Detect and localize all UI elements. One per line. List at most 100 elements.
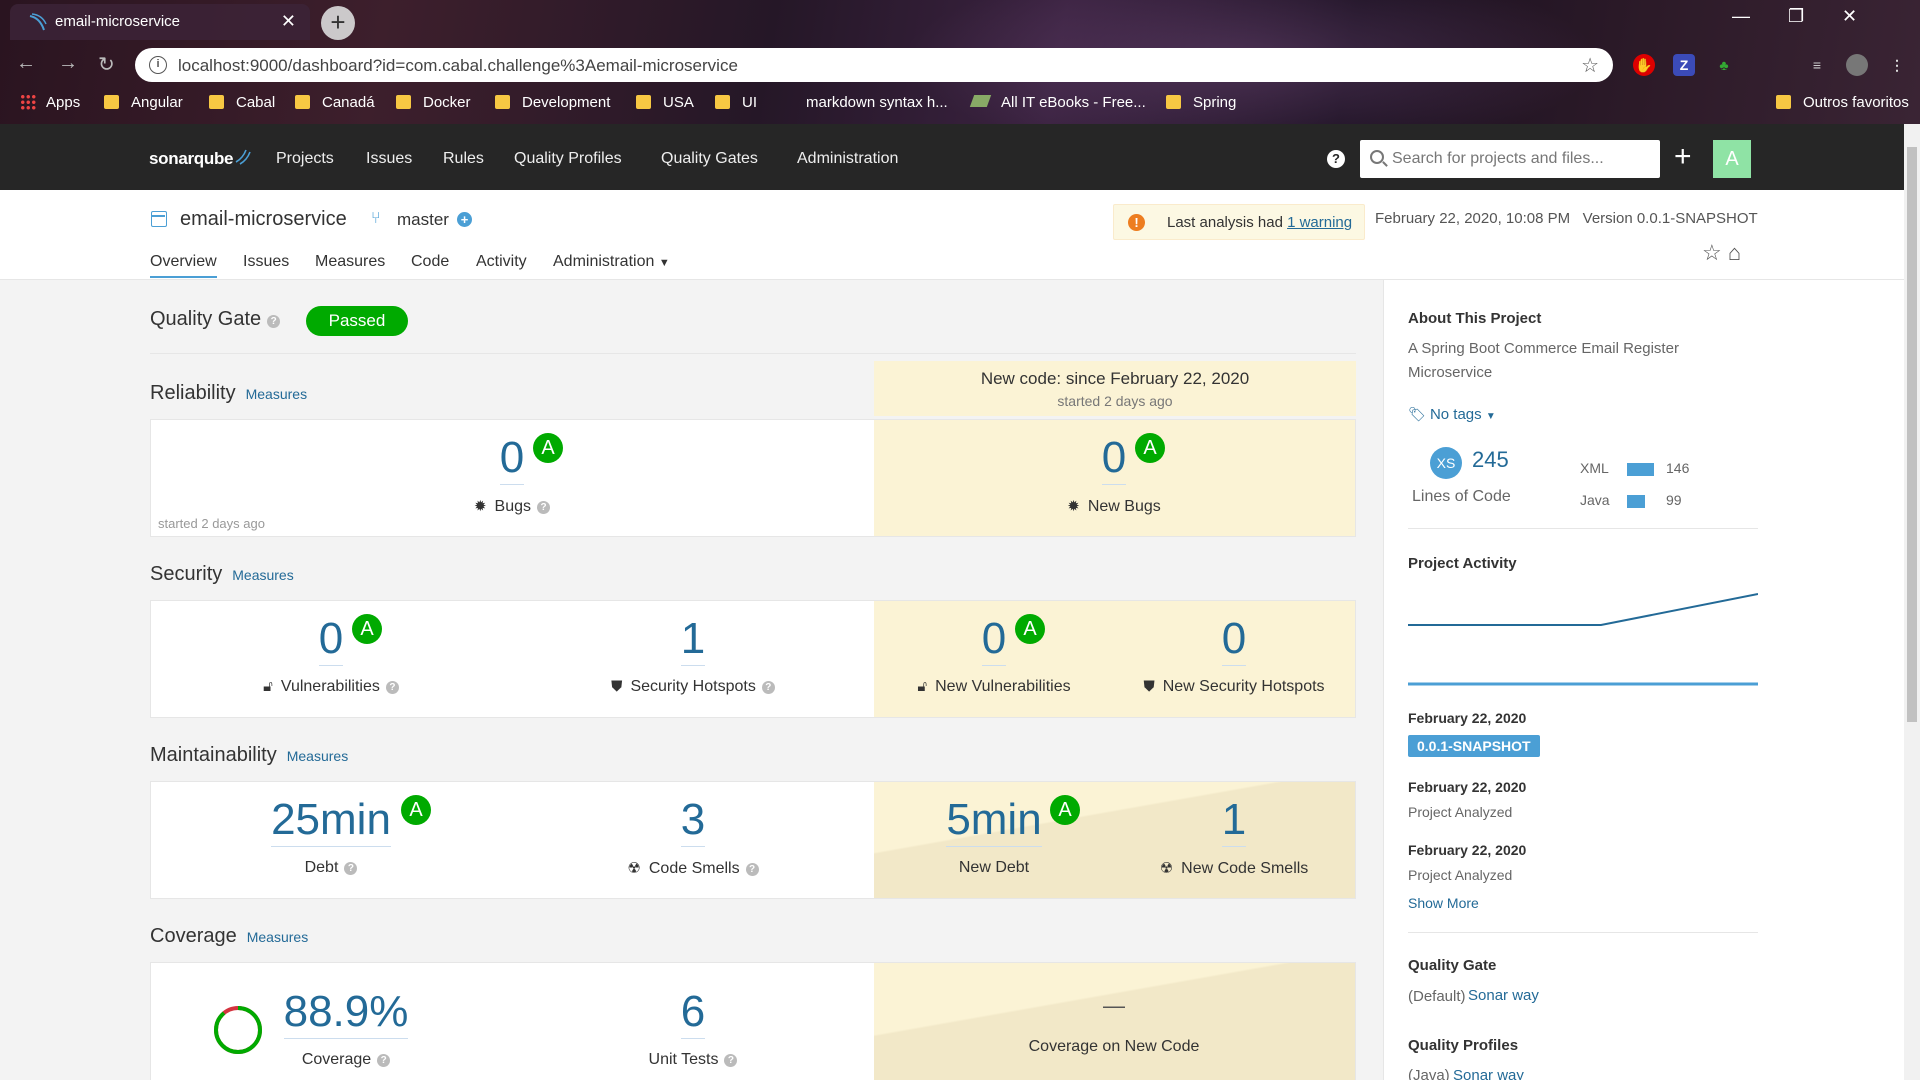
warning-link[interactable]: 1 warning <box>1287 214 1352 231</box>
debt-value[interactable]: 25min <box>261 795 401 847</box>
help-icon[interactable]: ? <box>724 1054 738 1067</box>
nav-quality-gates[interactable]: Quality Gates <box>661 150 758 168</box>
hotspots-label: ⛊ Security Hotspots? <box>598 678 788 696</box>
project-name[interactable]: email-microservice <box>180 208 347 231</box>
bookmark-angular[interactable]: Angular <box>104 94 183 111</box>
code-smells-value[interactable]: 3 <box>643 795 743 847</box>
show-more-link[interactable]: Show More <box>1408 895 1479 911</box>
new-bugs-label: ✹ New Bugs <box>1067 498 1161 515</box>
quality-gate-link[interactable]: Sonar way <box>1468 987 1539 1004</box>
help-icon[interactable]: ? <box>761 681 775 694</box>
security-measures-link[interactable]: Measures <box>232 567 293 583</box>
bookmark-development[interactable]: Development <box>495 94 610 111</box>
help-icon[interactable]: ? <box>267 315 281 328</box>
adblock-extension-icon[interactable]: ✋ <box>1633 54 1655 76</box>
header-actions: ☆ ⌂ <box>1702 240 1741 266</box>
close-tab-icon[interactable]: ✕ <box>281 11 296 32</box>
lines-of-code-value[interactable]: 245 <box>1472 447 1509 473</box>
bookmark-usa[interactable]: USA <box>636 94 694 111</box>
vulnerabilities-rating[interactable]: A <box>352 614 382 644</box>
reload-icon[interactable]: ↻ <box>98 52 115 77</box>
hotspots-value[interactable]: 1 <box>643 614 743 666</box>
tab-activity[interactable]: Activity <box>476 253 527 271</box>
bugs-rating[interactable]: A <box>533 433 563 463</box>
nav-issues[interactable]: Issues <box>366 150 412 168</box>
coverage-donut[interactable] <box>212 1004 264 1056</box>
folder-icon <box>1166 95 1181 109</box>
sonarqube-logo[interactable]: sonarqube <box>149 148 252 169</box>
scrollbar-thumb[interactable] <box>1907 147 1917 722</box>
bookmark-spring[interactable]: Spring <box>1166 94 1236 111</box>
tab-title: email-microservice <box>55 13 181 30</box>
apps-grid-icon <box>20 94 36 110</box>
tab-issues[interactable]: Issues <box>243 253 289 271</box>
smell-icon: ☢︎ <box>627 860 641 877</box>
branch-plus-icon[interactable]: + <box>457 212 472 227</box>
chrome-menu-icon[interactable]: ⋮ <box>1886 54 1908 76</box>
about-title: About This Project <box>1408 310 1542 327</box>
user-avatar[interactable]: A <box>1713 140 1751 178</box>
event-date: February 22, 2020 <box>1408 710 1527 726</box>
home-icon[interactable]: ⌂ <box>1728 240 1741 265</box>
tab-administration[interactable]: Administration ▼ <box>553 253 670 271</box>
quality-profile-link[interactable]: Sonar way <box>1453 1067 1524 1080</box>
new-vulnerabilities-rating[interactable]: A <box>1015 614 1045 644</box>
help-icon[interactable]: ? <box>745 863 759 876</box>
tags-dropdown[interactable]: 🏷︎ No tags ▼ <box>1408 406 1496 423</box>
nav-rules[interactable]: Rules <box>443 150 484 168</box>
activity-graph[interactable] <box>1408 580 1758 690</box>
coverage-measures-link[interactable]: Measures <box>247 929 308 945</box>
help-icon[interactable]: ? <box>344 862 358 875</box>
window-close-icon[interactable]: ✕ <box>1842 6 1857 27</box>
minimize-icon[interactable]: — <box>1732 6 1750 27</box>
new-bugs-rating[interactable]: A <box>1135 433 1165 463</box>
new-debt-value[interactable]: 5min <box>924 795 1064 847</box>
nav-projects[interactable]: Projects <box>276 150 334 168</box>
address-bar[interactable]: i localhost:9000/dashboard?id=com.cabal.… <box>135 48 1613 82</box>
browser-tab[interactable]: email-microservice ✕ <box>10 4 310 40</box>
site-info-icon[interactable]: i <box>149 56 167 74</box>
back-icon[interactable]: ← <box>16 52 36 75</box>
size-badge: XS <box>1430 447 1462 479</box>
favorite-star-icon[interactable]: ☆ <box>1702 240 1722 265</box>
lang-java-value: 99 <box>1666 492 1682 508</box>
restore-icon[interactable]: ❐ <box>1788 6 1804 27</box>
bookmark-markdown[interactable]: markdown syntax h... <box>806 94 948 111</box>
unit-tests-value[interactable]: 6 <box>643 987 743 1039</box>
coverage-value[interactable]: 88.9% <box>276 987 416 1039</box>
bookmark-docker[interactable]: Docker <box>396 94 471 111</box>
tab-measures[interactable]: Measures <box>315 253 385 271</box>
bookmark-it-ebooks[interactable]: All IT eBooks - Free... <box>969 94 1146 111</box>
tab-overview[interactable]: Overview <box>150 253 217 278</box>
tab-code[interactable]: Code <box>411 253 449 271</box>
create-plus-button[interactable]: + <box>1674 142 1692 172</box>
profile-avatar[interactable] <box>1846 54 1868 76</box>
bookmark-other[interactable]: Outros favoritos <box>1776 94 1909 111</box>
new-hotspots-value[interactable]: 0 <box>1184 614 1284 666</box>
nav-quality-profiles[interactable]: Quality Profiles <box>514 150 622 168</box>
lock-icon: 🔓︎ <box>917 678 928 695</box>
event-text: Project Analyzed <box>1408 804 1513 820</box>
new-tab-button[interactable]: + <box>321 6 355 40</box>
bookmark-cabal[interactable]: Cabal <box>209 94 275 111</box>
green-extension-icon[interactable]: ♣ <box>1713 54 1735 76</box>
bookmark-apps[interactable]: Apps <box>20 94 80 111</box>
nav-administration[interactable]: Administration <box>797 150 898 168</box>
new-code-smells-value[interactable]: 1 <box>1184 795 1284 847</box>
help-icon[interactable]: ? <box>385 681 399 694</box>
reliability-measures-link[interactable]: Measures <box>246 386 307 402</box>
help-icon[interactable]: ? <box>537 501 551 514</box>
bookmark-ui[interactable]: UI <box>715 94 757 111</box>
help-icon[interactable]: ? <box>1327 150 1345 168</box>
help-icon[interactable]: ? <box>377 1054 391 1067</box>
branch-name[interactable]: master <box>397 210 449 230</box>
new-debt-rating[interactable]: A <box>1050 795 1080 825</box>
search-input[interactable]: Search for projects and files... <box>1360 140 1660 178</box>
bookmark-star-icon[interactable]: ☆ <box>1581 53 1599 78</box>
forward-icon[interactable]: → <box>58 52 78 75</box>
bookmark-canada[interactable]: Canadá <box>295 94 375 111</box>
debt-rating[interactable]: A <box>401 795 431 825</box>
z-extension-icon[interactable]: Z <box>1673 54 1695 76</box>
media-control-icon[interactable]: ≡ <box>1806 54 1828 76</box>
maintainability-measures-link[interactable]: Measures <box>287 748 348 764</box>
